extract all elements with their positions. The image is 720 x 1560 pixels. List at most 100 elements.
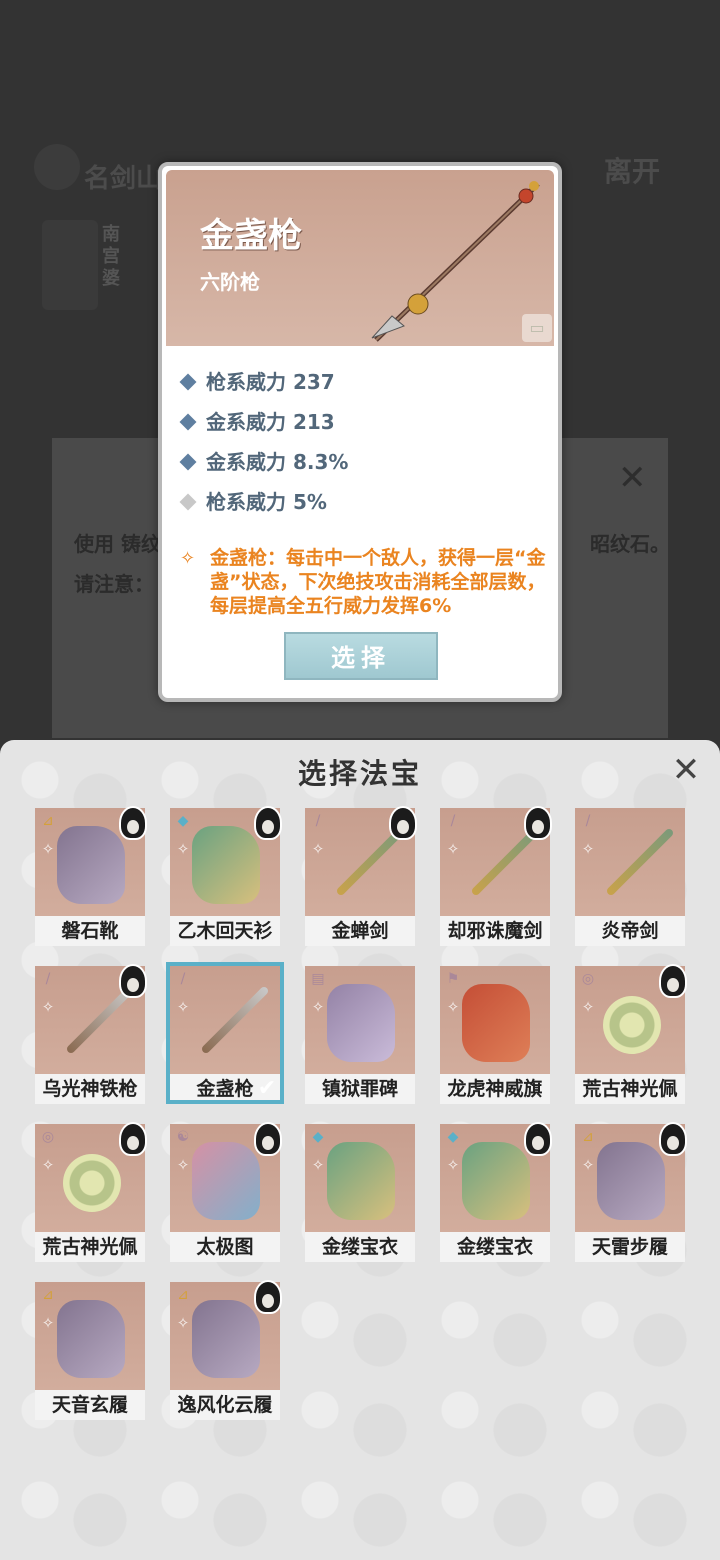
sword-type-icon: / (585, 813, 591, 829)
treasure-art-shape (603, 996, 661, 1054)
character-avatar-icon (389, 806, 417, 840)
rune-icon: ✧ (446, 840, 460, 858)
rune-icon: ✧ (581, 1156, 595, 1174)
rune-icon: ✧ (41, 998, 55, 1016)
character-avatar-icon (524, 806, 552, 840)
item-detail-subtitle: 六阶枪 (200, 270, 260, 294)
treasure-item[interactable]: / ✧ 却邪诛魔剑 (440, 806, 552, 946)
treasure-item[interactable]: ◎ ✧ 荒古神光佩 (35, 1122, 147, 1262)
treasure-name: 金蝉剑 (305, 916, 415, 946)
npc-portrait (42, 220, 98, 310)
close-icon[interactable]: ✕ (668, 752, 704, 788)
treasure-name: 金缕宝衣 (305, 1232, 415, 1262)
stat-text: 金系威力 8.3% (206, 450, 349, 474)
character-avatar-icon (659, 964, 687, 998)
treasure-name: 镇狱罪碑 (305, 1074, 415, 1104)
background-close-icon: ✕ (618, 458, 647, 498)
armor-type-icon: ◆ (177, 813, 189, 829)
character-avatar-icon (659, 1122, 687, 1156)
sect-logo-icon (34, 144, 80, 190)
armor-type-icon: ◆ (312, 1129, 324, 1145)
treasure-item[interactable]: ⚑ ✧ 龙虎神威旗 (440, 966, 550, 1104)
character-avatar-icon (254, 1280, 282, 1314)
stat-text: 枪系威力 237 (206, 370, 335, 394)
stat-text: 枪系威力 5% (206, 490, 327, 514)
tablet-type-icon: ▤ (311, 971, 325, 987)
treasure-art-shape (57, 1300, 125, 1378)
treasure-name: 太极图 (170, 1232, 280, 1262)
character-avatar-icon (119, 806, 147, 840)
treasure-name: 荒古神光佩 (575, 1074, 685, 1104)
scroll-type-icon: ☯ (176, 1129, 190, 1145)
rune-icon: ✧ (180, 548, 196, 569)
treasure-item[interactable]: / ✧ 乌光神铁枪 (35, 964, 147, 1104)
boots-type-icon: ⊿ (582, 1129, 594, 1145)
diamond-icon (179, 453, 197, 471)
treasure-item[interactable]: ⊿ ✧ 逸风化云履 (170, 1280, 282, 1420)
treasure-item[interactable]: ◆ ✧ 乙木回天衫 (170, 806, 282, 946)
boots-type-icon: ⊿ (42, 1287, 54, 1303)
treasure-item[interactable]: ◎ ✧ 荒古神光佩 (575, 964, 687, 1104)
treasure-name: 荒古神光佩 (35, 1232, 145, 1262)
rune-icon: ✧ (311, 1156, 325, 1174)
diamond-icon (179, 413, 197, 431)
stat-line: 金系威力 213 (179, 406, 335, 435)
treasure-item[interactable]: ☯ ✧ 太极图 (170, 1122, 282, 1262)
treasure-item[interactable]: / ✧ 炎帝剑 (575, 808, 685, 946)
treasure-item[interactable]: ⊿ ✧ 天雷步履 (575, 1122, 687, 1262)
rune-icon: ✧ (176, 1156, 190, 1174)
stat-line: 枪系威力 237 (179, 366, 335, 395)
stat-line: 金系威力 8.3% (179, 446, 349, 475)
treasure-name: 乌光神铁枪 (35, 1074, 145, 1104)
rune-icon: ✧ (176, 1314, 190, 1332)
background-dialog-text: 使用 铸纹 (74, 532, 161, 556)
rune-icon: ✧ (446, 1156, 460, 1174)
sword-type-icon: / (450, 813, 456, 829)
character-avatar-icon (254, 1122, 282, 1156)
rune-icon: ✧ (581, 840, 595, 858)
boots-type-icon: ⊿ (177, 1287, 189, 1303)
treasure-name: 逸风化云履 (170, 1390, 280, 1420)
rune-icon: ✧ (311, 840, 325, 858)
sword-type-icon: / (315, 813, 321, 829)
rune-icon: ✧ (581, 998, 595, 1016)
treasure-name: 磐石靴 (35, 916, 145, 946)
item-detail-header: 金盏枪 六阶枪 ▭ (166, 170, 554, 346)
treasure-art-shape (327, 984, 395, 1062)
treasure-name: 却邪诛魔剑 (440, 916, 550, 946)
treasure-item[interactable]: ▤ ✧ 镇狱罪碑 (305, 966, 415, 1104)
item-detail-title: 金盏枪 (200, 216, 302, 256)
select-button[interactable]: 选择 (284, 632, 438, 680)
treasure-art-shape (192, 1300, 260, 1378)
stat-line: 枪系威力 5% (179, 486, 327, 515)
background-dialog-note: 请注意： (74, 572, 154, 596)
armor-type-icon: ◆ (447, 1129, 459, 1145)
location-title: 名剑山 (84, 164, 163, 194)
treasure-item[interactable]: ◆ ✧ 金缕宝衣 (305, 1124, 415, 1262)
stat-text: 金系威力 213 (206, 410, 335, 434)
treasure-name: 龙虎神威旗 (440, 1074, 550, 1104)
treasure-art: ⚑ ✧ (440, 966, 550, 1074)
item-effect-text: 金盏枪：每击中一个敌人，获得一层“金盏”状态，下次绝技攻击消耗全部层数，每层提高… (210, 547, 546, 617)
treasure-item[interactable]: ⊿ ✧ 磐石靴 (35, 806, 147, 946)
leave-button[interactable]: 离开 (604, 150, 660, 190)
treasure-name: 炎帝剑 (575, 916, 685, 946)
npc-name: 南宫婆 (102, 224, 120, 289)
treasure-name: 金缕宝衣 (440, 1232, 550, 1262)
item-detail-popup: 金盏枪 六阶枪 ▭ 枪系威力 237 金系威力 213 金系威力 8.3% 枪系… (158, 162, 562, 702)
pendant-type-icon: ◎ (581, 971, 595, 987)
treasure-art-shape (57, 826, 125, 904)
flag-type-icon: ⚑ (446, 971, 460, 987)
treasure-item[interactable]: ⊿ ✧ 天音玄履 (35, 1282, 145, 1420)
treasure-item[interactable]: / ✧ 金蝉剑 (305, 806, 417, 946)
treasure-item[interactable]: ◆ ✧ 金缕宝衣 (440, 1122, 552, 1262)
treasure-art-shape (63, 1154, 121, 1212)
rune-icon: ✧ (41, 840, 55, 858)
treasure-art: / ✧ (575, 808, 685, 916)
treasure-item[interactable]: / ✧ 金盏枪 ✔ (166, 962, 284, 1104)
treasure-art: ▤ ✧ (305, 966, 415, 1074)
character-avatar-icon (254, 806, 282, 840)
check-icon: ✔ (257, 1076, 277, 1101)
treasure-art-shape (192, 826, 260, 904)
treasure-art-shape (192, 1142, 260, 1220)
